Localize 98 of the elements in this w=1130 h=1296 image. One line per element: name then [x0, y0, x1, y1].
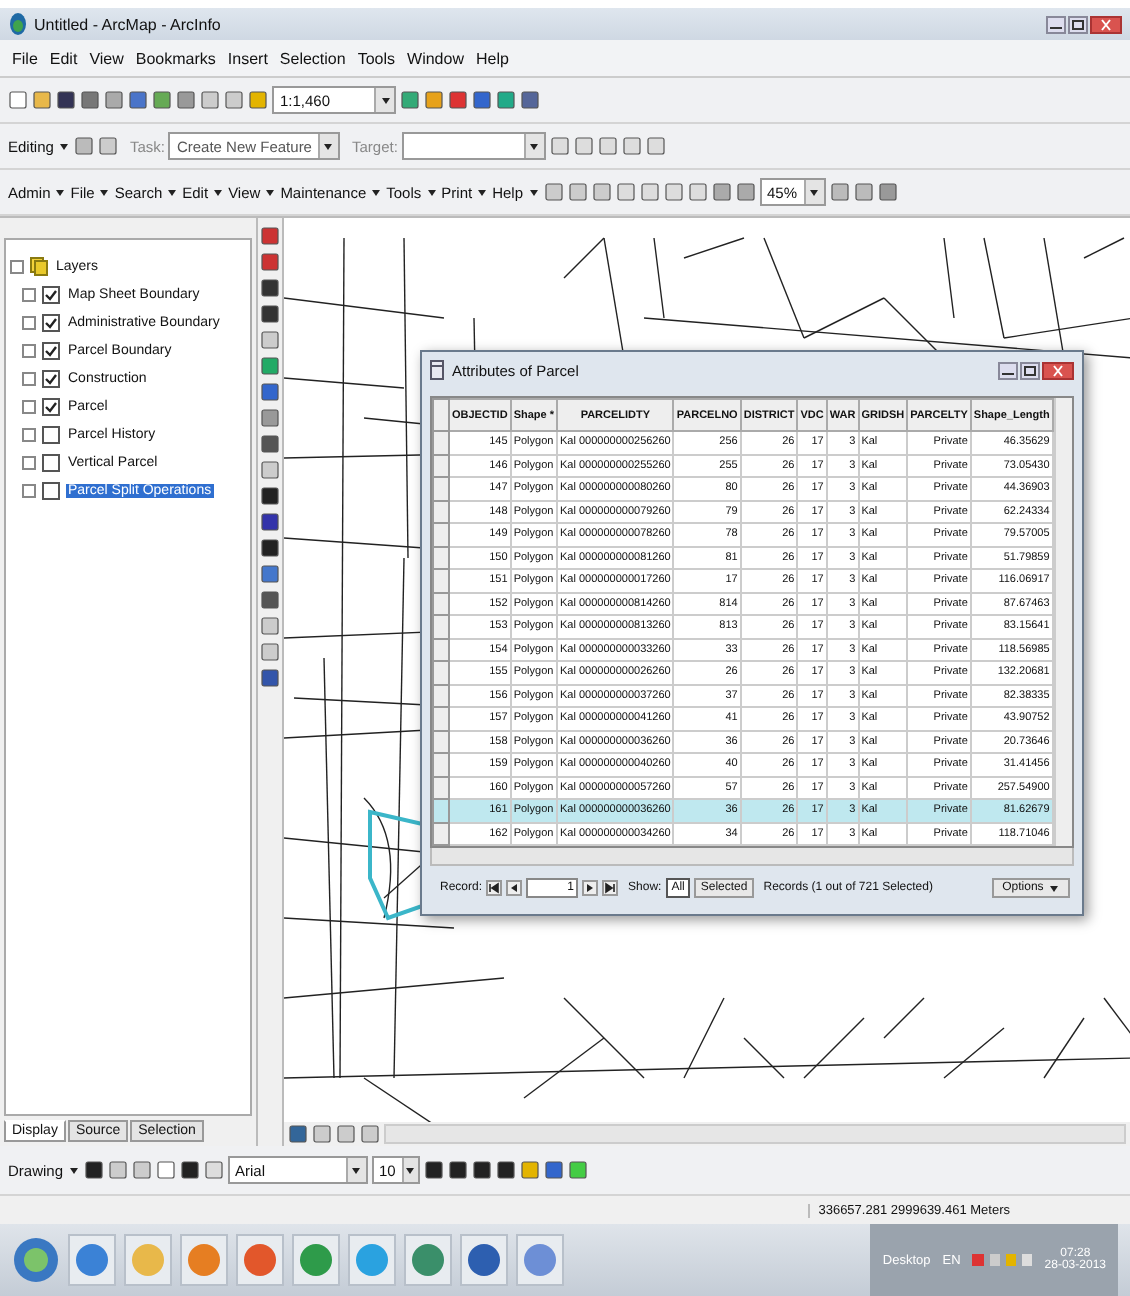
row-selector[interactable]	[433, 707, 449, 730]
tool-icon[interactable]	[447, 1160, 468, 1180]
row-selector[interactable]	[433, 822, 449, 845]
maximize-icon[interactable]	[1019, 361, 1040, 379]
caret-icon	[57, 140, 70, 152]
app-icon	[242, 1242, 278, 1278]
layer-checkbox[interactable]	[42, 341, 60, 359]
taskbar-app-button[interactable]	[460, 1234, 508, 1286]
taskbar-app-button[interactable]	[292, 1234, 340, 1286]
row-selector[interactable]	[433, 730, 449, 753]
menu-item[interactable]: Tools	[357, 49, 396, 67]
caret-icon	[1047, 882, 1060, 894]
close-icon[interactable]	[1090, 15, 1122, 33]
table-icon	[430, 360, 444, 380]
close-icon[interactable]	[1041, 361, 1074, 379]
tool-icon[interactable]	[471, 1160, 492, 1180]
next-record-icon[interactable]	[582, 880, 599, 896]
row-selector[interactable]	[433, 546, 449, 569]
tool-icon[interactable]	[83, 1160, 104, 1180]
caret-icon	[54, 186, 67, 198]
taskbar-app-button[interactable]	[68, 1234, 116, 1286]
layer-checkbox[interactable]	[42, 481, 60, 499]
menu-item[interactable]: Selection	[279, 49, 346, 67]
caret-icon	[476, 186, 489, 198]
row-selector[interactable]	[433, 477, 449, 500]
caret-icon	[264, 186, 277, 198]
maximize-icon[interactable]	[1068, 15, 1088, 33]
caret-icon	[808, 186, 821, 198]
row-selector[interactable]	[433, 454, 449, 477]
first-record-icon[interactable]	[486, 880, 503, 896]
horizontal-scrollbar[interactable]	[384, 1124, 1126, 1144]
app-icon	[74, 1242, 110, 1278]
app-icon	[522, 1242, 558, 1278]
caret-icon	[322, 140, 335, 152]
row-selector[interactable]	[433, 776, 449, 799]
row-selector[interactable]	[433, 615, 449, 638]
row-selector[interactable]	[433, 569, 449, 592]
caret-icon	[350, 1164, 363, 1176]
caret-icon	[527, 186, 540, 198]
last-record-icon[interactable]	[602, 880, 619, 896]
caret-icon	[528, 140, 541, 152]
caret-icon	[212, 186, 225, 198]
menu-item[interactable]: Help	[475, 49, 509, 67]
caret-icon	[98, 186, 111, 198]
menu-item[interactable]: File	[12, 49, 38, 67]
row-selector[interactable]	[433, 500, 449, 523]
layer-checkbox[interactable]	[42, 369, 60, 387]
target-dropdown[interactable]	[401, 132, 546, 160]
menu-item[interactable]: View	[89, 49, 124, 67]
menu-item[interactable]: Window	[407, 49, 464, 67]
app-icon	[466, 1242, 502, 1278]
tool-icon[interactable]	[179, 1160, 200, 1180]
row-selector[interactable]	[433, 431, 449, 454]
caret-icon	[404, 1164, 417, 1176]
tool-icon[interactable]	[423, 1160, 444, 1180]
layer-checkbox[interactable]	[42, 453, 60, 471]
tray-icons-drawing[interactable]	[972, 1250, 1033, 1270]
layer-checkbox[interactable]	[42, 397, 60, 415]
taskbar-app-button[interactable]	[236, 1234, 284, 1286]
tool-icon[interactable]	[495, 1160, 516, 1180]
caret-icon	[166, 186, 179, 198]
app-icon	[410, 1242, 446, 1278]
globe-icon	[8, 12, 28, 36]
row-selector[interactable]	[433, 799, 449, 822]
layer-checkbox[interactable]	[42, 313, 60, 331]
taskbar-app-button[interactable]	[516, 1234, 564, 1286]
tool-icon[interactable]	[543, 1160, 564, 1180]
horizontal-scrollbar[interactable]	[430, 848, 1074, 866]
taskbar-app-button[interactable]	[180, 1234, 228, 1286]
menu-item[interactable]: Insert	[227, 49, 268, 67]
taskbar-app-button[interactable]	[404, 1234, 452, 1286]
row-selector[interactable]	[433, 592, 449, 615]
menu-item[interactable]: Edit	[49, 49, 78, 67]
row-selector[interactable]	[433, 753, 449, 776]
menu-item[interactable]: Bookmarks	[135, 49, 216, 67]
minimize-icon[interactable]	[1046, 15, 1066, 33]
app-icon	[354, 1242, 390, 1278]
minimize-icon[interactable]	[997, 361, 1018, 379]
row-selector[interactable]	[433, 638, 449, 661]
select-all-header[interactable]	[433, 399, 449, 431]
start-button-icon[interactable]	[12, 1236, 60, 1284]
row-selector[interactable]	[433, 684, 449, 707]
caret-icon	[370, 186, 383, 198]
previous-record-icon[interactable]	[506, 880, 523, 896]
caret-icon	[67, 1164, 80, 1176]
caret-icon	[379, 94, 391, 106]
caret-icon	[425, 186, 438, 198]
app-icon	[186, 1242, 222, 1278]
layers-icon	[30, 256, 48, 276]
taskbar-app-button[interactable]	[348, 1234, 396, 1286]
row-selector[interactable]	[433, 661, 449, 684]
app-icon	[130, 1242, 166, 1278]
collapse-icon[interactable]	[10, 259, 24, 273]
row-selector[interactable]	[433, 523, 449, 546]
app-icon	[298, 1242, 334, 1278]
window-title: Untitled - ArcMap - ArcInfo	[34, 15, 223, 33]
layer-checkbox[interactable]	[42, 285, 60, 303]
layer-checkbox[interactable]	[42, 425, 60, 443]
